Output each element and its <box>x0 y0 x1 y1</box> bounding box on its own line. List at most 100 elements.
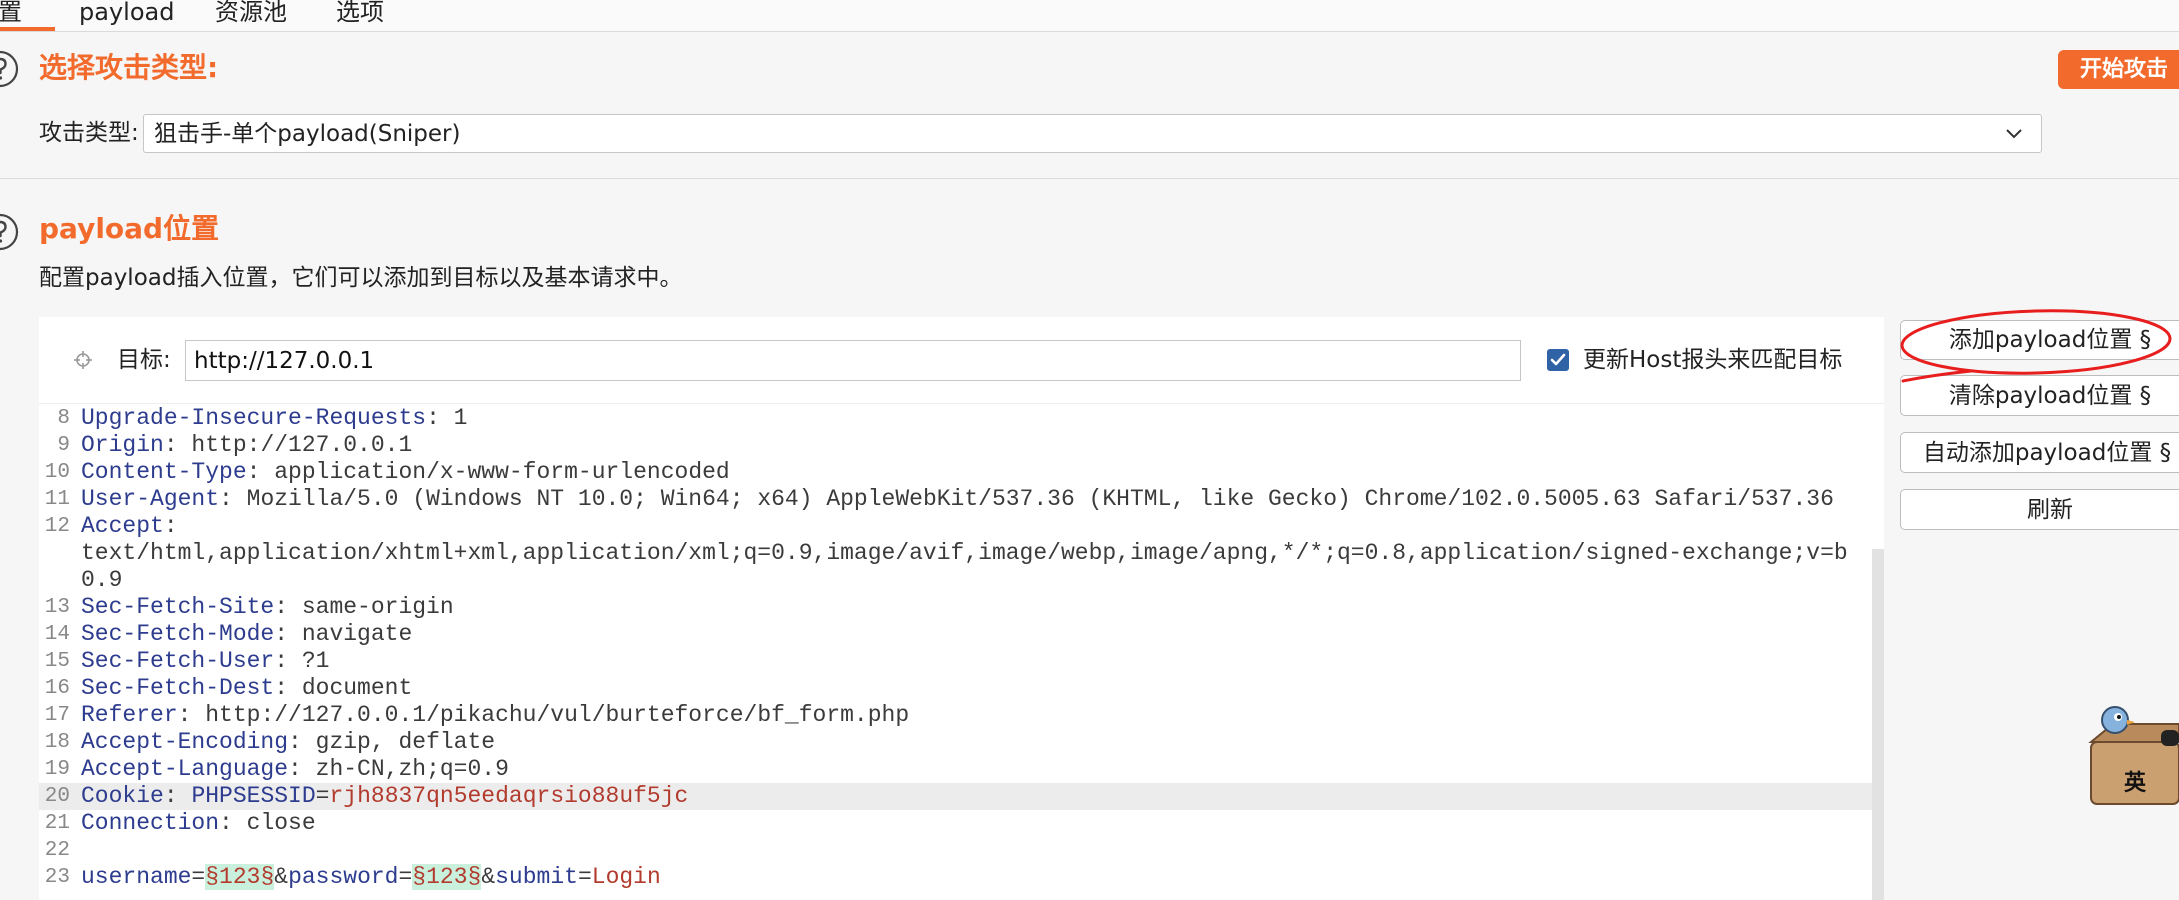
start-attack-button[interactable]: 开始攻击 <box>2058 50 2179 89</box>
attack-type-selected-value: 狙击手-单个payload(Sniper) <box>154 121 461 147</box>
crosshair-icon <box>74 351 92 369</box>
header-name-token: submit <box>495 864 578 890</box>
plain-token: = <box>315 783 330 809</box>
header-name-token: Sec-Fetch-Site <box>81 594 275 620</box>
add-payload-position-button[interactable]: 添加payload位置 § <box>1900 320 2179 360</box>
refresh-button[interactable]: 刷新 <box>1900 489 2179 530</box>
request-line[interactable]: 22 <box>39 837 1872 864</box>
request-line[interactable]: 17 Referer: http://127.0.0.1/pikachu/vul/… <box>39 702 1872 729</box>
request-line[interactable]: 23 username=§123§&password=§123§&submit=L… <box>39 864 1872 891</box>
plain-token: : navigate <box>274 621 413 647</box>
plain-token: & <box>481 864 496 890</box>
line-number: 21 <box>44 812 70 835</box>
line-number: 22 <box>44 839 70 862</box>
plain-token: : <box>163 783 192 809</box>
request-line[interactable]: 13 Sec-Fetch-Site: same-origin <box>39 594 1872 621</box>
editor-vertical-scrollbar[interactable] <box>1872 549 1884 900</box>
plain-token: = <box>191 864 206 890</box>
plain-token: text/html,application/xhtml+xml,applicat… <box>81 540 1848 566</box>
request-line-wrap[interactable]: text/html,application/xhtml+xml,applicat… <box>39 540 1872 567</box>
line-content[interactable]: text/html,application/xhtml+xml,applicat… <box>81 540 1848 567</box>
line-number: 9 <box>57 434 70 457</box>
target-url-input[interactable]: http://127.0.0.1 <box>185 340 1521 381</box>
line-number: 20 <box>44 785 70 808</box>
auto-add-payload-position-button[interactable]: 自动添加payload位置 § <box>1900 432 2179 473</box>
line-content[interactable]: Upgrade-Insecure-Requests: 1 <box>81 405 467 432</box>
header-name-token: Accept-Language <box>81 756 289 782</box>
attack-type-section-title: 选择攻击类型: <box>39 51 219 84</box>
request-line[interactable]: 16 Sec-Fetch-Dest: document <box>39 675 1872 702</box>
line-number: 17 <box>44 704 70 727</box>
tab-options[interactable]: 选项 <box>336 0 384 31</box>
tab-payload[interactable]: payload <box>79 0 174 31</box>
header-name-token: Upgrade-Insecure-Requests <box>81 405 427 431</box>
line-number: 14 <box>44 623 70 646</box>
line-number: 10 <box>44 461 70 484</box>
request-line[interactable]: 21 Connection: close <box>39 810 1872 837</box>
help-icon[interactable] <box>0 49 20 89</box>
line-content[interactable]: Accept-Encoding: gzip, deflate <box>81 729 495 756</box>
line-content[interactable]: Accept: <box>81 513 178 540</box>
tab-bar: 置 payload 资源池 选项 <box>0 0 2179 32</box>
section-divider <box>0 178 2179 179</box>
value-token: Login <box>591 864 661 890</box>
request-line[interactable]: 11 User-Agent: Mozilla/5.0 (Windows NT 10… <box>39 486 1872 513</box>
ime-mascot-icon[interactable]: 英 <box>2085 700 2179 808</box>
request-line[interactable]: 12 Accept: <box>39 513 1872 540</box>
plain-token: & <box>274 864 289 890</box>
update-host-label[interactable]: 更新Host报头来匹配目标 <box>1583 346 1842 374</box>
header-name-token: Sec-Fetch-Dest <box>81 675 275 701</box>
checkmark-icon <box>1550 353 1566 366</box>
request-editor[interactable]: 8 Upgrade-Insecure-Requests: 1 9 Origin: ht… <box>39 405 1872 900</box>
line-number: 23 <box>44 866 70 889</box>
line-content[interactable]: Accept-Language: zh-CN,zh;q=0.9 <box>81 756 509 783</box>
plain-token: : 1 <box>426 405 468 431</box>
tab-resource-pool[interactable]: 资源池 <box>215 0 287 31</box>
plain-token: : <box>163 513 178 539</box>
request-line[interactable]: 20 Cookie: PHPSESSID=rjh8837qn5eedaqrsio8… <box>39 783 1872 810</box>
line-number: 8 <box>57 407 70 430</box>
plain-token: : same-origin <box>274 594 454 620</box>
header-name-token: Content-Type <box>81 459 247 485</box>
line-content[interactable]: 0.9 <box>81 567 122 594</box>
help-icon[interactable] <box>0 212 20 252</box>
update-host-checkbox[interactable] <box>1547 349 1569 371</box>
attack-type-select[interactable]: 狙击手-单个payload(Sniper) <box>143 114 2042 153</box>
request-line[interactable]: 8 Upgrade-Insecure-Requests: 1 <box>39 405 1872 432</box>
line-content[interactable]: Origin: http://127.0.0.1 <box>81 432 412 459</box>
plain-token: : Mozilla/5.0 (Windows NT 10.0; Win64; x… <box>219 486 1834 512</box>
line-content[interactable]: User-Agent: Mozilla/5.0 (Windows NT 10.0… <box>81 486 1834 513</box>
request-line[interactable]: 14 Sec-Fetch-Mode: navigate <box>39 621 1872 648</box>
line-content[interactable]: Sec-Fetch-Mode: navigate <box>81 621 412 648</box>
request-line[interactable]: 10 Content-Type: application/x-www-form-u… <box>39 459 1872 486</box>
line-number: 18 <box>44 731 70 754</box>
line-number <box>39 567 73 594</box>
clear-payload-position-button[interactable]: 清除payload位置 § <box>1900 375 2179 416</box>
line-content[interactable]: Sec-Fetch-User: ?1 <box>81 648 329 675</box>
line-content[interactable]: Content-Type: application/x-www-form-url… <box>81 459 730 486</box>
request-line[interactable]: 15 Sec-Fetch-User: ?1 <box>39 648 1872 675</box>
tab-positions[interactable]: 置 <box>0 0 55 31</box>
line-content[interactable]: Cookie: PHPSESSID=rjh8837qn5eedaqrsio88u… <box>81 783 688 810</box>
plain-token: : gzip, deflate <box>288 729 496 755</box>
line-number: 13 <box>44 596 70 619</box>
line-content[interactable]: Sec-Fetch-Dest: document <box>81 675 412 702</box>
line-content[interactable]: Referer: http://127.0.0.1/pikachu/vul/bu… <box>81 702 909 729</box>
plain-token: = <box>398 864 413 890</box>
line-content[interactable]: username=§123§&password=§123§&submit=Log… <box>81 864 661 891</box>
attack-type-label: 攻击类型: <box>39 120 139 146</box>
request-editor-panel: 目标: http://127.0.0.1 更新Host报头来匹配目标 8 Upgr… <box>39 317 1884 900</box>
target-label: 目标: <box>117 347 171 373</box>
plain-token: : ?1 <box>274 648 330 674</box>
request-line[interactable]: 9 Origin: http://127.0.0.1 <box>39 432 1872 459</box>
request-line[interactable]: 19 Accept-Language: zh-CN,zh;q=0.9 <box>39 756 1872 783</box>
line-content[interactable]: Sec-Fetch-Site: same-origin <box>81 594 454 621</box>
value-token: rjh8837qn5eedaqrsio88uf5jc <box>329 783 689 809</box>
request-line[interactable]: 18 Accept-Encoding: gzip, deflate <box>39 729 1872 756</box>
header-name-token: Sec-Fetch-Mode <box>81 621 275 647</box>
request-line-wrap[interactable]: 0.9 <box>39 567 1872 594</box>
payload-position-marker: §123§ <box>412 864 482 890</box>
line-content[interactable]: Connection: close <box>81 810 316 837</box>
payload-positions-description: 配置payload插入位置，它们可以添加到目标以及基本请求中。 <box>39 265 683 291</box>
target-url-value: http://127.0.0.1 <box>194 348 375 374</box>
